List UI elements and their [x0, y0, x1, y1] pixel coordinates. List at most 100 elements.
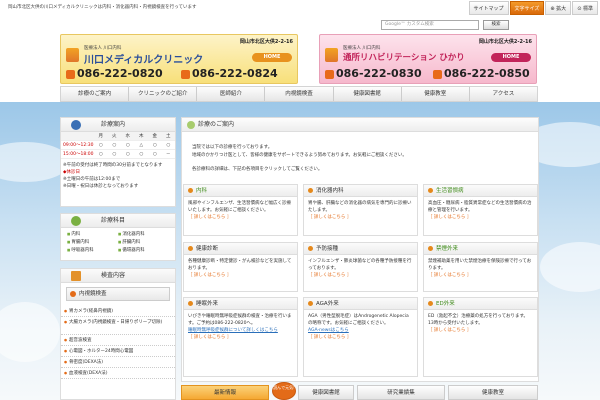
more-link[interactable]: ［ 詳しくはこちら ］ [428, 272, 533, 279]
exam-item[interactable]: 心電図・ホルター24時間心電図 [61, 346, 175, 357]
phone-icon [325, 69, 334, 79]
main-content: 診療のご案内 当院では以下の診療を行っております。 地域のかかりつけ医として、皆… [181, 117, 539, 382]
schedule-note: ※午前の受付は終了時間の30分前までとなります [63, 163, 163, 168]
nav-item-guide[interactable]: 診療のご案内 [61, 87, 130, 101]
card-title: 健康診断 [184, 243, 297, 255]
card-body: 高血圧・糖尿病・脂質異常症などの生活習慣病の治療と管理を行います。 [428, 201, 532, 213]
circle-arrow-icon [70, 291, 76, 297]
exam-item[interactable]: 骨密度(DEXA法) [61, 357, 175, 368]
department-item[interactable]: 消化器内科 [118, 231, 169, 237]
nav-item-doctor[interactable]: 医師紹介 [197, 87, 266, 101]
clinic-home-button[interactable]: HOME [491, 53, 531, 62]
service-card[interactable]: 消化器内科 胃や腸、肝臓などの消化器の病気を専門的に診療いたします。 ［ 詳しくは… [303, 184, 418, 236]
clinic-tel-1: 086-222-0830 [325, 67, 422, 80]
service-card[interactable]: 内科 風邪やインフルエンザ、生活習慣病など幅広く診療いたします。お気軽にご相談く… [183, 184, 298, 236]
service-card[interactable]: AGA外来 AGA（男性型脱毛症）はAndrogenetic Alopeciaの… [303, 297, 418, 377]
card-title: 予防接種 [304, 243, 417, 255]
department-item[interactable]: 呼吸器内科 [67, 247, 118, 253]
card-body: 各種健康診断・特定健診・がん検診などを実施しております。 [188, 259, 292, 271]
service-card[interactable]: ED外来 ED（勃起不全）治療薬の処方を行っております。13時から受付いたします… [423, 297, 538, 377]
genki-badge[interactable]: 読んで元気! [272, 382, 296, 400]
more-link[interactable]: ［ 詳しくはこちら ］ [188, 334, 293, 341]
fax-icon [181, 69, 190, 79]
standard-font-button[interactable]: ⊙ 標準 [572, 1, 598, 15]
clinic-address: 岡山市北区大供2-2-16 [239, 39, 293, 45]
nav-item-clinic[interactable]: クリニックのご紹介 [129, 87, 198, 101]
card-title: 睡眠外来 [184, 298, 297, 310]
stethoscope-icon [71, 216, 81, 226]
card-title: 内科 [184, 185, 297, 197]
nav-item-classroom[interactable]: 健康教室 [402, 87, 470, 101]
more-link[interactable]: ［ 詳しくはこちら ］ [188, 214, 293, 221]
exam-item[interactable]: 大腸カメラ(内視鏡検査・日帰りポリープ切除) [61, 317, 175, 335]
card-body: 胃や腸、肝臓などの消化器の病気を専門的に診療いたします。 [308, 201, 412, 213]
fax-icon [433, 69, 442, 79]
schedule-row: 09:00～12:30 ○ ○ ○ △ ○ ○ [61, 141, 175, 150]
search-button[interactable]: 検索 [483, 20, 509, 30]
main-nav: 診療のご案内 クリニックのご紹介 医師紹介 内視鏡検査 健康図書館 健康教室 ア… [60, 86, 538, 102]
clinic-name: 通所リハビリテーション ひかり [343, 53, 465, 63]
tab-news[interactable]: 最新情報 [181, 385, 269, 400]
endoscopy-button[interactable]: 内視鏡検査 [66, 287, 170, 301]
clinic-tel-2: 086-222-0850 [433, 67, 530, 80]
exam-item[interactable]: 血液検査(DEXA法) [61, 368, 175, 379]
clock-icon [71, 120, 81, 130]
card-link[interactable]: 睡眠時無呼吸症候群について詳しくはこちら [188, 327, 293, 334]
enlarge-font-button[interactable]: ⊕ 拡大 [545, 1, 572, 15]
more-link[interactable]: ［ 詳しくはこちら ］ [188, 272, 293, 279]
nav-item-access[interactable]: アクセス [470, 87, 537, 101]
department-item[interactable]: 肝臓内科 [118, 239, 169, 245]
more-link[interactable]: ［ 詳しくはこちら ］ [308, 272, 413, 279]
card-body: いびきや睡眠時無呼吸症候群の検査・治療を行います。ご予約は086-222-082… [188, 314, 292, 326]
clinic-banner-kawaguchi[interactable]: 医療法人 川口内科 川口メディカルクリニック 岡山市北区大供2-2-16 HOM… [60, 34, 298, 84]
departments-list: 内科 消化器内科 胃腸内科 肝臓内科 呼吸器内科 循環器内科 [61, 228, 175, 256]
phone-icon [66, 69, 75, 79]
card-body: ED（勃起不全）治療薬の処方を行っております。13時から受付いたします。 [428, 314, 528, 326]
exam-item[interactable]: 胃カメラ(経鼻内視鏡) [61, 306, 175, 317]
tab-research[interactable]: 研究業績集 [357, 385, 445, 400]
font-size-label: 文字サイズ [509, 1, 545, 15]
schedule-header: 診療案内 [61, 118, 175, 132]
more-link[interactable]: ［ 詳しくはこちら ］ [308, 214, 413, 221]
top-links: サイトマップ 文字サイズ ⊕ 拡大 ⊙ 標準 [468, 1, 598, 15]
card-link[interactable]: AGA-newsはこちら [308, 327, 413, 334]
departments-box: 診療科目 内科 消化器内科 胃腸内科 肝臓内科 呼吸器内科 循環器内科 [60, 213, 176, 261]
clinic-banner-hikari[interactable]: 医療法人 川口内科 通所リハビリテーション ひかり 岡山市北区大供2-2-16 … [319, 34, 537, 84]
clinic-tel-2: 086-222-0824 [181, 67, 278, 80]
clinic-logo-icon [325, 48, 338, 62]
card-title: ED外来 [424, 298, 537, 310]
schedule-days-row: 月火水木金土 [61, 132, 175, 141]
clinic-home-button[interactable]: HOME [252, 53, 292, 62]
nav-item-endoscopy[interactable]: 内視鏡検査 [265, 87, 334, 101]
card-body: インフルエンザ・肺炎球菌などの各種予防接種を行っております。 [308, 259, 412, 271]
exam-item[interactable]: 超音波検査 [61, 335, 175, 346]
exams-header: 検査内容 [61, 269, 175, 283]
card-title: 生活習慣病 [424, 185, 537, 197]
exams-box: 検査内容 内視鏡検査 胃カメラ(経鼻内視鏡) 大腸カメラ(内視鏡検査・日帰りポリ… [60, 268, 176, 400]
search-input[interactable]: Google™ カスタム検索 [381, 20, 479, 30]
service-card[interactable]: 予防接種 インフルエンザ・肺炎球菌などの各種予防接種を行っております。 ［ 詳しく… [303, 242, 418, 292]
department-item[interactable]: 内科 [67, 231, 118, 237]
service-card[interactable]: 睡眠外来 いびきや睡眠時無呼吸症候群の検査・治療を行います。ご予約は086-22… [183, 297, 298, 377]
clinic-logo-icon [66, 48, 79, 62]
tab-library[interactable]: 健康図書館 [298, 385, 354, 400]
departments-header: 診療科目 [61, 214, 175, 228]
department-item[interactable]: 循環器内科 [118, 247, 169, 253]
service-card[interactable]: 健康診断 各種健康診断・特定健診・がん検診などを実施しております。 ［ 詳しくはこ… [183, 242, 298, 292]
nav-item-library[interactable]: 健康図書館 [334, 87, 402, 101]
magnify-plus-icon: ⊕ [550, 6, 555, 12]
intro-text: 地域のかかりつけ医として、皆様の健康をサポートできるよう努めております。お気軽に… [192, 153, 407, 158]
more-link[interactable]: ［ 詳しくはこちら ］ [428, 214, 533, 221]
card-title: 消化器内科 [304, 185, 417, 197]
more-link[interactable]: ［ 詳しくはこちら ］ [308, 334, 413, 341]
top-bar: 岡山市北区大供の川口メディカルクリニックは内科・消化器内科・内視鏡検査を行ってい… [0, 0, 600, 16]
more-link[interactable]: ［ 詳しくはこちら ］ [428, 327, 533, 334]
tab-classroom[interactable]: 健康教室 [448, 385, 538, 400]
sitemap-link[interactable]: サイトマップ [468, 1, 509, 15]
service-card[interactable]: 禁煙外来 禁煙補助薬を用いた禁煙治療を保険診療で行っております。 ［ 詳しくはこち… [423, 242, 538, 292]
clinic-tel-1: 086-222-0820 [66, 67, 163, 80]
department-item[interactable]: 胃腸内科 [67, 239, 118, 245]
main-header: 診療のご案内 [182, 118, 538, 132]
schedule-note: ※日曜・祝日は休診となっております [63, 184, 139, 189]
service-card[interactable]: 生活習慣病 高血圧・糖尿病・脂質異常症などの生活習慣病の治療と管理を行います。 ［… [423, 184, 538, 236]
